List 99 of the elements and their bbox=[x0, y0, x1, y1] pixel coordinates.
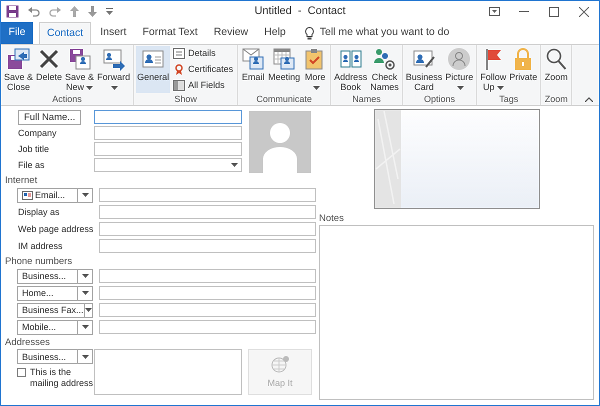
save-icon[interactable] bbox=[6, 5, 19, 18]
ribbon-button[interactable]: Details bbox=[171, 46, 236, 61]
input-field[interactable] bbox=[99, 188, 316, 202]
caret-icon bbox=[82, 274, 88, 278]
redo-icon[interactable] bbox=[49, 6, 61, 17]
calendar-icon bbox=[272, 47, 296, 71]
dropdown-button[interactable]: Business Fax... bbox=[17, 302, 93, 318]
tell-me-field[interactable]: Tell me what you want to do bbox=[320, 25, 450, 41]
input-field[interactable] bbox=[94, 110, 242, 124]
input-field[interactable] bbox=[99, 269, 316, 283]
group-label: Names bbox=[351, 94, 382, 105]
section-label: Internet bbox=[5, 174, 38, 187]
address-field[interactable] bbox=[94, 349, 242, 395]
ribbon-button[interactable]: General bbox=[136, 46, 170, 93]
save-and-new-icon bbox=[68, 47, 92, 71]
caret-icon bbox=[82, 354, 88, 358]
collapse-icon[interactable] bbox=[585, 97, 593, 102]
group-label: Actions bbox=[51, 94, 83, 105]
lightbulb-icon[interactable] bbox=[304, 26, 314, 40]
map-it-button: Map It bbox=[248, 349, 312, 395]
ribbon-tab[interactable]: Insert bbox=[93, 22, 134, 44]
undo-icon[interactable] bbox=[28, 6, 40, 17]
search-icon bbox=[544, 47, 568, 71]
ribbon-tab[interactable]: Review bbox=[206, 22, 256, 44]
ribbon-button[interactable]: Picture bbox=[444, 46, 474, 93]
field-label: File as bbox=[18, 160, 45, 170]
contact-photo[interactable] bbox=[249, 111, 311, 173]
ribbon-button[interactable]: Check Names bbox=[369, 46, 400, 93]
caret-icon bbox=[231, 163, 238, 167]
down-arrow-icon[interactable] bbox=[88, 6, 97, 17]
field-label: Company bbox=[18, 128, 57, 138]
ribbon-button[interactable]: Business Card bbox=[404, 46, 444, 93]
certificate-icon bbox=[173, 64, 186, 75]
ribbon-button[interactable]: Save & New bbox=[64, 46, 96, 93]
ribbon-button[interactable]: Delete bbox=[35, 46, 64, 93]
window-title: Untitled - Contact bbox=[253, 4, 347, 20]
checkbox-label: This is the mailing address bbox=[30, 367, 94, 389]
dropdown-button[interactable]: Business... bbox=[17, 349, 93, 364]
ribbon-button[interactable]: Private bbox=[508, 46, 538, 93]
caret-icon bbox=[82, 291, 88, 295]
forward-icon bbox=[102, 47, 126, 71]
ribbon-tab[interactable]: Format Text bbox=[135, 22, 205, 44]
field-label: IM address bbox=[18, 241, 63, 251]
ribbon-button[interactable]: All Fields bbox=[171, 78, 236, 93]
input-field[interactable] bbox=[99, 320, 316, 334]
all-fields-icon bbox=[173, 80, 186, 91]
dropdown-button[interactable]: Business... bbox=[17, 268, 93, 284]
check-names-icon bbox=[372, 47, 396, 71]
maximize-icon[interactable] bbox=[549, 6, 559, 16]
ribbon-button[interactable]: Follow Up bbox=[479, 46, 508, 93]
group-label: Show bbox=[173, 94, 198, 105]
group-label: Tags bbox=[498, 94, 520, 105]
dropdown-button[interactable]: Home... bbox=[17, 286, 93, 300]
dropdown-field[interactable] bbox=[94, 158, 242, 172]
group-label: Zoom bbox=[544, 94, 569, 105]
input-field[interactable] bbox=[99, 205, 316, 219]
person-placeholder-icon bbox=[447, 47, 472, 71]
ribbon-button[interactable]: Certificates bbox=[171, 62, 236, 77]
field-label: Display as bbox=[18, 207, 60, 217]
checkbox[interactable] bbox=[17, 368, 26, 377]
caret-icon bbox=[84, 308, 92, 312]
notes-label: Notes bbox=[319, 212, 345, 224]
input-field[interactable] bbox=[99, 239, 316, 253]
input-field[interactable] bbox=[99, 222, 316, 236]
section-label: Addresses bbox=[5, 336, 51, 349]
email-icon bbox=[241, 47, 266, 71]
dropdown-button[interactable]: Email... bbox=[17, 188, 93, 202]
group-label: Communicate bbox=[255, 94, 313, 105]
ribbon-button[interactable]: More bbox=[302, 46, 328, 93]
ribbon-button[interactable]: Save & Close bbox=[3, 46, 34, 93]
address-card-icon bbox=[22, 190, 33, 200]
input-field[interactable] bbox=[99, 286, 316, 300]
ribbon-tab[interactable]: Help bbox=[257, 22, 293, 44]
field-label: Web page address bbox=[18, 224, 94, 234]
notes-field[interactable] bbox=[319, 225, 594, 400]
ribbon-button[interactable]: Forward bbox=[96, 46, 132, 93]
globe-pin-icon bbox=[270, 354, 290, 372]
input-field[interactable] bbox=[94, 126, 242, 140]
group-label: Options bbox=[422, 94, 456, 105]
input-field[interactable] bbox=[94, 142, 242, 156]
up-arrow-icon[interactable] bbox=[70, 6, 79, 17]
details-icon bbox=[173, 48, 186, 59]
ribbon-tab[interactable]: Contact bbox=[39, 22, 92, 44]
section-label: Phone numbers bbox=[5, 255, 74, 268]
file-tab[interactable]: File bbox=[1, 22, 33, 44]
ribbon-display-icon[interactable] bbox=[488, 7, 500, 16]
field-label: Job title bbox=[18, 144, 50, 154]
ribbon-button[interactable]: Address Book bbox=[333, 46, 368, 93]
input-field[interactable] bbox=[99, 303, 316, 317]
ribbon-button[interactable]: Zoom bbox=[543, 46, 570, 93]
save-and-close-icon bbox=[6, 47, 31, 71]
caret-icon bbox=[82, 193, 88, 197]
close-icon[interactable] bbox=[579, 6, 589, 16]
ribbon-button[interactable]: Email bbox=[240, 46, 266, 93]
ribbon-button[interactable]: Meeting bbox=[267, 46, 302, 93]
caret-icon bbox=[82, 325, 88, 329]
full-name-button[interactable]: Full Name... bbox=[18, 110, 82, 124]
dropdown-button[interactable]: Mobile... bbox=[17, 320, 93, 334]
customize-icon[interactable] bbox=[106, 8, 113, 15]
